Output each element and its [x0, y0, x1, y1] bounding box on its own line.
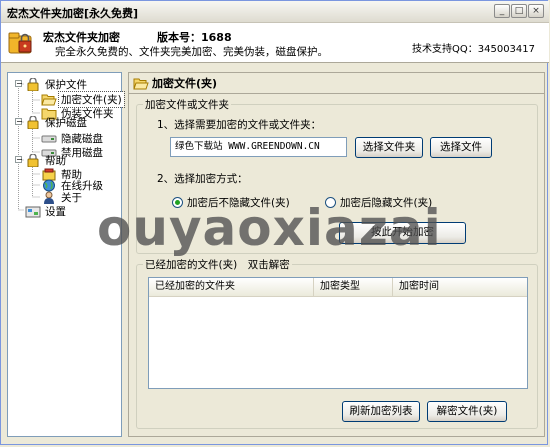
path-input[interactable]: 绿色下载站 WWW.GREENDOWN.CN [170, 137, 347, 157]
col-folder[interactable]: 已经加密的文件夹 [149, 278, 314, 296]
tree-help-group[interactable]: 帮助 [25, 153, 68, 167]
radio-hide-label[interactable]: 加密后隐藏文件(夹) [340, 195, 432, 210]
version-label: 版本号：1688 [157, 31, 232, 44]
choose-folder-button[interactable]: 选择文件夹 [355, 137, 423, 158]
tree-label: 关于 [61, 191, 82, 204]
col-type[interactable]: 加密类型 [314, 278, 393, 296]
open-folder-icon [133, 78, 149, 89]
tree-protect-disk[interactable]: 保护磁盘 [25, 115, 89, 129]
lock-icon [27, 115, 39, 129]
list-header: 已经加密的文件夹 加密类型 加密时间 [149, 278, 527, 297]
tree-hide-disk[interactable]: 隐藏磁盘 [41, 131, 105, 145]
tree-label: 保护磁盘 [45, 116, 87, 129]
tree-about[interactable]: 关于 [41, 190, 84, 204]
tree-label: 隐藏磁盘 [61, 132, 103, 145]
app-logo-icon [8, 32, 32, 54]
group-title: 加密文件或文件夹 [143, 97, 231, 112]
close-button[interactable]: × [528, 4, 544, 18]
lock-icon [27, 153, 39, 167]
panel-title: 加密文件(夹) [152, 77, 218, 90]
refresh-list-button[interactable]: 刷新加密列表 [342, 401, 420, 422]
panel-header: 加密文件(夹) [129, 73, 544, 94]
choose-file-button[interactable]: 选择文件 [430, 137, 492, 158]
tree-label: 加密文件(夹) [58, 90, 125, 108]
support-qq: 技术支持QQ：345003417 [412, 44, 536, 55]
minimize-button[interactable]: _ [494, 4, 510, 18]
start-encrypt-button[interactable]: 按此开始加密 [339, 222, 466, 244]
nav-tree: − 保护文件 加密文件(夹) 伪装文件夹 − 保护磁盘 隐藏磁盘 禁用磁盘 − … [7, 72, 125, 437]
open-folder-icon [41, 94, 57, 105]
group-title: 已经加密的文件(夹) 双击解密 [143, 257, 292, 272]
encrypted-list[interactable]: 已经加密的文件夹 加密类型 加密时间 [148, 277, 528, 389]
tree-label: 帮助 [45, 154, 66, 167]
radio-no-hide-label[interactable]: 加密后不隐藏文件(夹) [187, 195, 290, 210]
radio-no-hide[interactable] [172, 197, 183, 208]
step2-label: 2、选择加密方式： [157, 173, 248, 185]
radio-hide[interactable] [325, 197, 336, 208]
expand-protect-files[interactable]: − [15, 80, 23, 88]
content-panel: 加密文件(夹) 加密文件或文件夹 1、选择需要加密的文件或文件夹： 绿色下载站 … [128, 72, 545, 437]
disk-icon [41, 135, 57, 142]
title-bar[interactable]: 宏杰文件夹加密[永久免费] _ □ × [1, 1, 549, 23]
tree-encrypt-folder[interactable]: 加密文件(夹) [41, 90, 125, 108]
step1-label: 1、选择需要加密的文件或文件夹： [157, 119, 322, 131]
app-window: 宏杰文件夹加密[永久免费] _ □ × 宏杰文件夹加密 版本号：1688 完全永… [0, 0, 549, 445]
settings-icon [25, 206, 41, 217]
col-time[interactable]: 加密时间 [393, 278, 527, 296]
app-slogan: 完全永久免费的、文件夹完美加密、完美伪装，磁盘保护。 [55, 46, 328, 58]
tree-protect-files[interactable]: 保护文件 [25, 77, 89, 91]
expand-protect-disk[interactable]: − [15, 118, 23, 126]
tree-settings[interactable]: 设置 [25, 204, 68, 218]
tree-label: 保护文件 [45, 78, 87, 91]
window-title: 宏杰文件夹加密[永久免费] [7, 7, 139, 20]
app-header: 宏杰文件夹加密 版本号：1688 完全永久免费的、文件夹完美加密、完美伪装，磁盘… [1, 23, 549, 63]
expand-help[interactable]: − [15, 156, 23, 164]
decrypt-button[interactable]: 解密文件(夹) [427, 401, 507, 422]
encrypt-group: 加密文件或文件夹 1、选择需要加密的文件或文件夹： 绿色下载站 WWW.GREE… [136, 97, 538, 254]
maximize-button[interactable]: □ [511, 4, 527, 18]
lock-icon [27, 77, 39, 91]
user-icon [44, 191, 54, 204]
app-name: 宏杰文件夹加密 [43, 31, 120, 44]
tree-label: 设置 [45, 205, 66, 218]
